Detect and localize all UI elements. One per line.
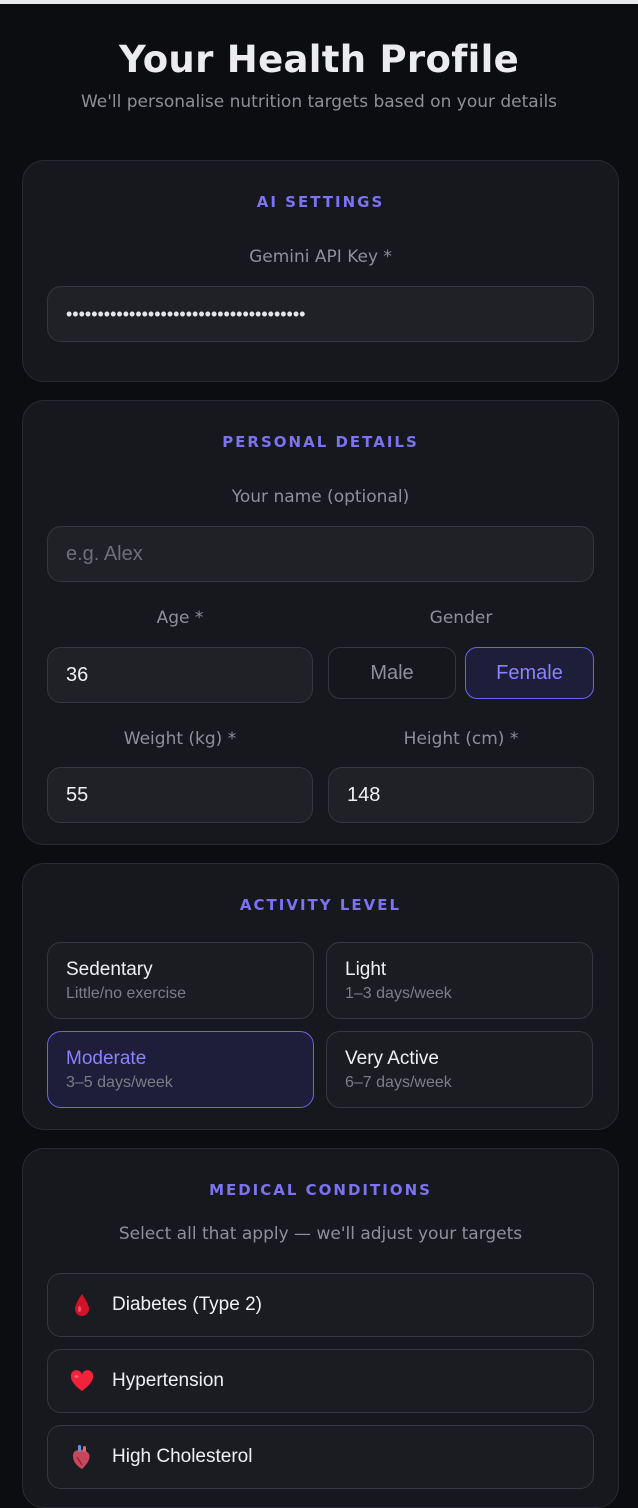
height-label: Height (cm) *: [403, 729, 519, 749]
condition-high-cholesterol[interactable]: High Cholesterol: [47, 1425, 594, 1489]
name-input[interactable]: e.g. Alex: [47, 526, 594, 582]
height-input[interactable]: 148: [328, 767, 594, 823]
page-subtitle: We'll personalise nutrition targets base…: [80, 92, 558, 112]
section-title-personal-details: PERSONAL DETAILS: [222, 433, 419, 451]
activity-option-sedentary[interactable]: Sedentary Little/no exercise: [47, 942, 314, 1019]
blood-drop-icon: [68, 1291, 96, 1319]
activity-option-title: Sedentary: [66, 959, 153, 980]
activity-option-title: Very Active: [345, 1048, 439, 1069]
age-input[interactable]: 36: [47, 647, 313, 703]
activity-option-subtitle: 3–5 days/week: [66, 1074, 173, 1091]
activity-option-light[interactable]: Light 1–3 days/week: [326, 942, 593, 1019]
name-label: Your name (optional): [231, 487, 410, 507]
activity-option-moderate[interactable]: Moderate 3–5 days/week: [47, 1031, 314, 1108]
api-key-label: Gemini API Key *: [249, 247, 392, 267]
condition-label: High Cholesterol: [112, 1446, 253, 1467]
weight-label: Weight (kg) *: [123, 729, 237, 749]
section-title-ai-settings: AI SETTINGS: [256, 193, 385, 211]
activity-option-very-active[interactable]: Very Active 6–7 days/week: [326, 1031, 593, 1108]
age-label: Age *: [156, 608, 204, 628]
condition-label: Diabetes (Type 2): [112, 1294, 262, 1315]
ai-settings-card: AI SETTINGS Gemini API Key * •••••••••••…: [22, 160, 619, 382]
gender-male-button[interactable]: Male: [328, 647, 456, 699]
activity-level-card: ACTIVITY LEVEL Sedentary Little/no exerc…: [22, 863, 619, 1130]
condition-label: Hypertension: [112, 1370, 224, 1391]
personal-details-card: PERSONAL DETAILS Your name (optional) e.…: [22, 400, 619, 845]
medical-hint: Select all that apply — we'll adjust you…: [118, 1224, 523, 1244]
section-title-medical-conditions: MEDICAL CONDITIONS: [209, 1181, 432, 1199]
gender-label: Gender: [429, 608, 493, 628]
activity-option-subtitle: 6–7 days/week: [345, 1074, 452, 1091]
condition-diabetes[interactable]: Diabetes (Type 2): [47, 1273, 594, 1337]
weight-input[interactable]: 55: [47, 767, 313, 823]
api-key-input[interactable]: ••••••••••••••••••••••••••••••••••••••: [47, 286, 594, 342]
activity-option-subtitle: Little/no exercise: [66, 985, 187, 1002]
section-title-activity-level: ACTIVITY LEVEL: [239, 896, 402, 914]
activity-option-title: Moderate: [66, 1048, 147, 1069]
condition-hypertension[interactable]: Hypertension: [47, 1349, 594, 1413]
health-profile-page: Your Health Profile We'll personalise nu…: [0, 4, 638, 114]
page-header: Your Health Profile We'll personalise nu…: [0, 4, 638, 114]
activity-option-title: Light: [345, 959, 387, 980]
anatomical-heart-icon: [68, 1443, 96, 1471]
medical-conditions-card: MEDICAL CONDITIONS Select all that apply…: [22, 1148, 619, 1508]
gender-female-button[interactable]: Female: [465, 647, 594, 699]
heart-icon: [68, 1367, 96, 1395]
activity-option-subtitle: 1–3 days/week: [345, 985, 452, 1002]
page-title: Your Health Profile: [119, 38, 519, 81]
